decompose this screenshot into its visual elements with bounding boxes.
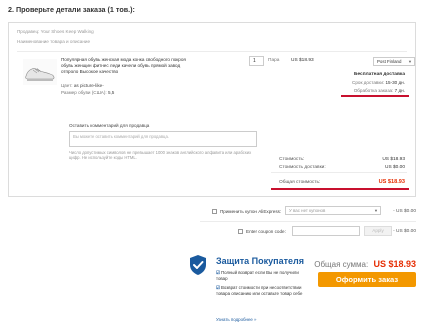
- place-order-button[interactable]: Оформить заказ: [318, 272, 416, 287]
- total-label: Общая стоимость:: [279, 180, 321, 185]
- delivery-time: Срок доставки: 15-30 дн.: [352, 80, 405, 85]
- processing-time: Обработка заказа: 7 дн.: [354, 88, 405, 93]
- apply-coupon-button[interactable]: Apply: [364, 226, 392, 236]
- highlight-underline: [341, 95, 409, 97]
- divider: [17, 51, 407, 52]
- coupon-code-discount: - US $0.00: [393, 229, 416, 234]
- comment-label: Оставить комментарий для продавца: [69, 123, 150, 128]
- seller-name[interactable]: Продавец: Your Shoes Keep Walking: [17, 29, 94, 34]
- total-row: Общая стоимость: US $18.93: [279, 179, 405, 185]
- comment-textarea[interactable]: Вы можете оставить комментарий для прода…: [69, 131, 257, 147]
- buyer-protection-title: Защита Покупателя: [216, 256, 304, 266]
- delivery-time-value: 15-30 дн.: [385, 80, 405, 85]
- cost-value: US $18.93: [382, 157, 405, 162]
- divider: [271, 172, 407, 173]
- processing-time-label: Обработка заказа:: [353, 88, 394, 93]
- buyer-protection-item-text: Возврат стоимости при несоответствии тов…: [216, 285, 303, 296]
- shipping-method-select[interactable]: Post Finland ▼: [373, 57, 415, 66]
- product-color: Цвет: as picture-like-: [61, 83, 104, 88]
- buyer-protection: Защита Покупателя ☑Полный возврат если В…: [188, 252, 304, 324]
- processing-time-value: 7 дн.: [394, 88, 405, 93]
- cost-row: Стоимость: US $18.93: [279, 157, 405, 162]
- shipping-cost-label: Стоимость доставки:: [279, 165, 326, 170]
- grand-total-label: Общая сумма:: [314, 260, 369, 269]
- highlight-underline: [271, 188, 409, 190]
- grand-total: Общая сумма: US $18.93: [314, 259, 416, 269]
- ae-coupon-checkbox[interactable]: [212, 209, 217, 214]
- ae-coupon-label: Применить купон AliExpress:: [220, 209, 282, 214]
- section-heading: 2. Проверьте детали заказа (1 тов.):: [8, 5, 135, 14]
- shield-icon: [190, 255, 206, 275]
- buyer-protection-item: ☑Полный возврат если Вы не получили това…: [216, 270, 304, 281]
- free-shipping-label: Бесплатная доставка: [354, 72, 405, 77]
- delivery-time-label: Срок доставки:: [352, 80, 385, 85]
- checkmark-icon: ☑: [216, 270, 220, 275]
- chevron-down-icon: ▼: [374, 208, 378, 213]
- comment-hint: Число допустимых символов не превышает 1…: [69, 150, 252, 161]
- shipping-cost-value: US $0.00: [384, 165, 405, 170]
- product-image[interactable]: [23, 59, 57, 85]
- coupon-code-label: Enter coupon code:: [246, 229, 286, 234]
- product-title[interactable]: Популярная обувь женская мода конка своб…: [61, 57, 191, 75]
- shipping-method-value: Post Finland: [377, 59, 402, 64]
- total-value: US $18.93: [378, 179, 405, 185]
- grand-total-value: US $18.93: [373, 259, 416, 269]
- buyer-protection-item: ☑Возврат стоимости при несоответствии то…: [216, 285, 304, 296]
- quantity-input[interactable]: 1: [249, 56, 264, 66]
- coupon-code-input[interactable]: [292, 226, 360, 236]
- chevron-down-icon: ▼: [408, 59, 412, 64]
- product-color-value: as picture-like-: [73, 83, 104, 88]
- product-size-value: 5,5: [107, 90, 115, 95]
- ae-coupon-discount: - US $0.00: [393, 209, 416, 214]
- buyer-protection-item-text: Полный возврат если Вы не получили товар: [216, 270, 299, 281]
- product-size-label: Размер обуви (США):: [61, 90, 107, 95]
- shipping-cost-row: Стоимость доставки: US $0.00: [279, 165, 405, 170]
- learn-more-link[interactable]: Узнать подробнее »: [216, 317, 257, 322]
- product-color-label: Цвет:: [61, 83, 73, 88]
- quantity-unit: Пара: [268, 58, 280, 63]
- ae-coupon-select-value: У вас нет купонов: [289, 208, 326, 213]
- product-column-header: Наименование товара и описание: [17, 39, 91, 44]
- coupon-code-checkbox[interactable]: [238, 229, 243, 234]
- checkmark-icon: ☑: [216, 285, 220, 290]
- ae-coupon-select[interactable]: У вас нет купонов ▼: [285, 206, 381, 215]
- unit-price: US $18.93: [291, 58, 314, 63]
- divider: [200, 221, 416, 222]
- product-size: Размер обуви (США): 5,5: [61, 90, 114, 95]
- cost-label: Стоимость:: [279, 157, 305, 162]
- order-details-box: Продавец: Your Shoes Keep Walking Наимен…: [8, 22, 416, 197]
